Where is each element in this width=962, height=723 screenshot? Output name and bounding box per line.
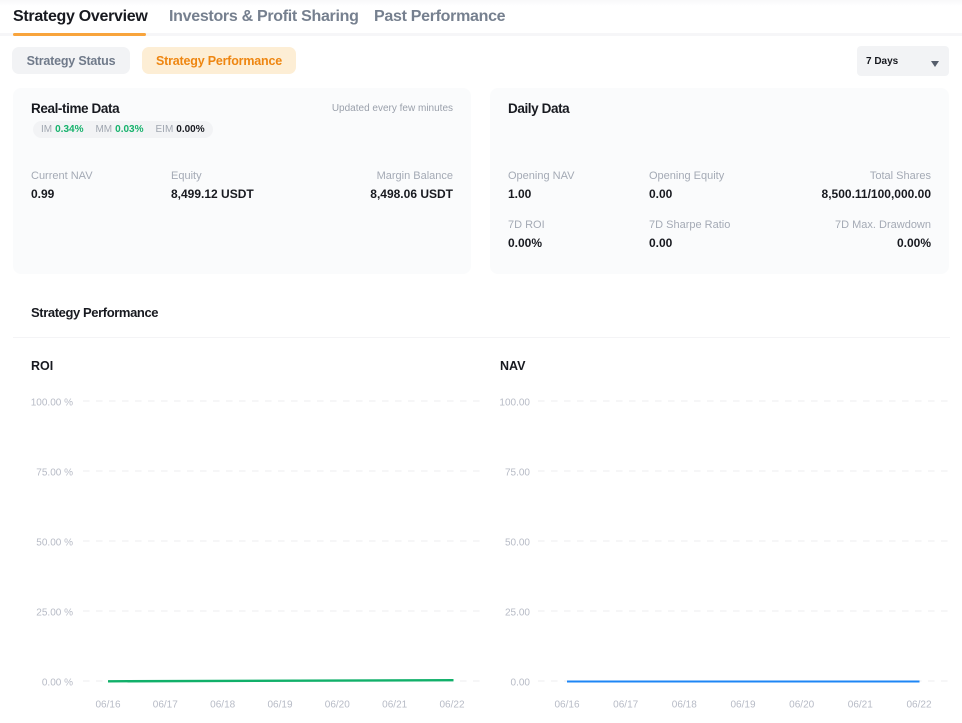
- svg-text:50.00 %: 50.00 %: [36, 538, 73, 549]
- svg-text:06/16: 06/16: [95, 700, 120, 711]
- svg-text:0.00: 0.00: [511, 678, 531, 689]
- svg-text:100.00 %: 100.00 %: [31, 398, 73, 409]
- svg-text:75.00: 75.00: [505, 468, 530, 479]
- svg-text:06/21: 06/21: [848, 700, 873, 711]
- svg-text:06/20: 06/20: [789, 700, 814, 711]
- svg-text:25.00: 25.00: [505, 608, 530, 619]
- svg-text:06/18: 06/18: [672, 700, 697, 711]
- svg-text:06/19: 06/19: [267, 700, 292, 711]
- svg-text:06/17: 06/17: [153, 700, 178, 711]
- svg-text:06/20: 06/20: [325, 700, 350, 711]
- svg-text:25.00 %: 25.00 %: [36, 608, 73, 619]
- svg-text:100.00: 100.00: [499, 398, 530, 409]
- svg-text:06/22: 06/22: [906, 700, 931, 711]
- svg-text:06/17: 06/17: [613, 700, 638, 711]
- svg-text:06/21: 06/21: [382, 700, 407, 711]
- svg-text:06/22: 06/22: [439, 700, 464, 711]
- svg-text:0.00 %: 0.00 %: [42, 678, 73, 689]
- svg-text:06/19: 06/19: [730, 700, 755, 711]
- svg-text:50.00: 50.00: [505, 538, 530, 549]
- svg-text:06/18: 06/18: [210, 700, 235, 711]
- svg-text:06/16: 06/16: [554, 700, 579, 711]
- svg-text:75.00 %: 75.00 %: [36, 468, 73, 479]
